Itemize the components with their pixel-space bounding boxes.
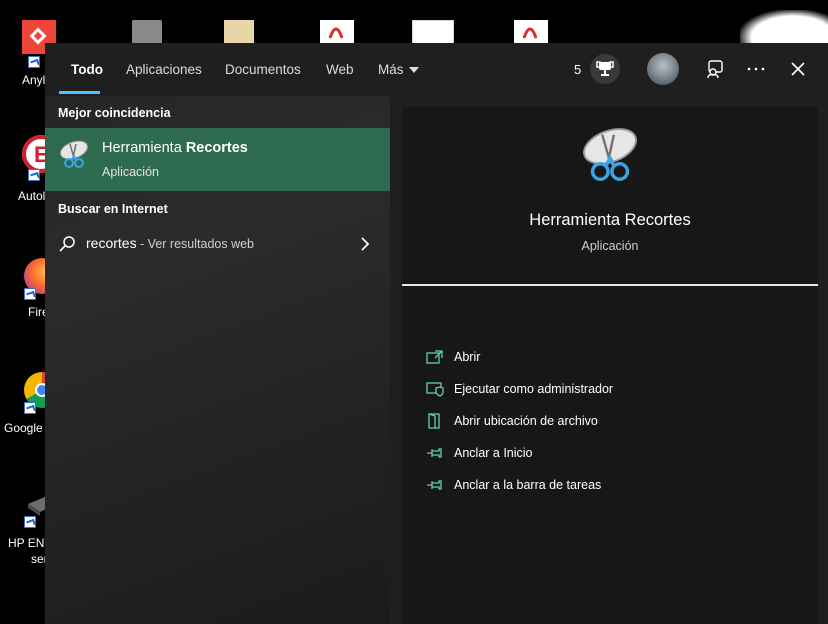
tab-todo[interactable]: Todo	[71, 62, 103, 77]
server-icon	[132, 20, 162, 44]
active-tab-indicator	[59, 91, 100, 94]
desktop-icon-label: Google	[4, 421, 43, 435]
action-run-as-admin[interactable]: Ejecutar como administrador	[426, 379, 786, 401]
ellipsis-icon	[747, 67, 765, 71]
action-run-as-admin-label: Ejecutar como administrador	[454, 382, 614, 396]
pin-icon	[427, 448, 442, 458]
detail-pane: Herramienta Recortes Aplicación Abrir Ej…	[402, 107, 818, 624]
shortcut-arrow-icon	[28, 56, 40, 68]
best-match-name-prefix: Herramienta	[102, 140, 186, 156]
search-header: Todo Aplicaciones Documentos Web Más 5	[45, 43, 828, 96]
image-icon	[412, 20, 454, 44]
shortcut-arrow-icon	[24, 288, 36, 300]
pdf-icon	[514, 20, 548, 44]
divider	[402, 284, 818, 286]
tab-documentos[interactable]: Documentos	[225, 62, 301, 77]
tab-mas-label: Más	[378, 62, 404, 77]
action-pin-to-taskbar[interactable]: Anclar a la barra de tareas	[426, 475, 786, 497]
pin-icon	[427, 480, 442, 490]
close-icon	[791, 62, 805, 76]
shortcut-arrow-icon	[28, 169, 40, 181]
shortcut-arrow-icon	[24, 402, 36, 414]
web-query-text: recortes	[86, 235, 137, 251]
action-open-file-location[interactable]: Abrir ubicación de archivo	[426, 411, 786, 433]
chevron-down-icon	[408, 67, 419, 74]
action-pin-to-taskbar-label: Anclar a la barra de tareas	[454, 478, 602, 492]
document-icon	[224, 20, 254, 44]
results-pane: Mejor coincidencia Herramienta Recortes …	[45, 96, 390, 624]
feedback-icon	[707, 60, 723, 79]
avatar[interactable]	[647, 53, 679, 85]
tab-web[interactable]: Web	[326, 62, 354, 77]
action-open[interactable]: Abrir	[426, 347, 786, 369]
action-open-file-location-label: Abrir ubicación de archivo	[454, 414, 598, 428]
rewards-count: 5	[574, 62, 582, 77]
open-icon	[426, 350, 443, 364]
shield-icon	[426, 382, 444, 397]
shortcut-arrow-icon	[24, 516, 36, 528]
web-query-suffix: - Ver resultados web	[136, 237, 254, 251]
search-panel: Todo Aplicaciones Documentos Web Más 5 M…	[45, 43, 828, 624]
best-match-type: Aplicación	[102, 165, 159, 179]
desktop-icon-label: Anyl	[22, 73, 46, 87]
pdf-icon	[320, 20, 354, 44]
web-search-result[interactable]: recortes - Ver resultados web	[45, 226, 390, 262]
action-pin-to-start-label: Anclar a Inicio	[454, 446, 533, 460]
web-search-heading: Buscar en Internet	[58, 202, 168, 216]
tab-mas[interactable]: Más	[378, 62, 419, 77]
action-pin-to-start[interactable]: Anclar a Inicio	[426, 443, 786, 465]
best-match-name: Herramienta Recortes	[102, 140, 248, 156]
best-match-heading: Mejor coincidencia	[58, 106, 171, 120]
snipping-tool-icon	[60, 140, 88, 168]
detail-app-type: Aplicación	[581, 239, 639, 253]
file-location-icon	[428, 413, 440, 429]
search-icon	[59, 236, 75, 252]
snipping-tool-icon	[583, 128, 637, 181]
action-open-label: Abrir	[454, 350, 481, 364]
best-match-name-highlight: Recortes	[185, 140, 248, 156]
web-search-query: recortes - Ver resultados web	[86, 235, 254, 251]
best-match-result[interactable]: Herramienta Recortes Aplicación	[45, 128, 390, 191]
detail-app-name: Herramienta Recortes	[529, 211, 691, 229]
chevron-right-icon[interactable]	[360, 237, 370, 251]
feedback-button[interactable]	[701, 55, 729, 83]
desktop-icon-label: Autol	[18, 189, 46, 203]
tab-aplicaciones[interactable]: Aplicaciones	[126, 62, 202, 77]
close-button[interactable]	[784, 55, 812, 83]
rewards-trophy-icon[interactable]	[590, 54, 620, 84]
cloud-icon	[740, 10, 828, 44]
more-options-button[interactable]	[742, 55, 770, 83]
